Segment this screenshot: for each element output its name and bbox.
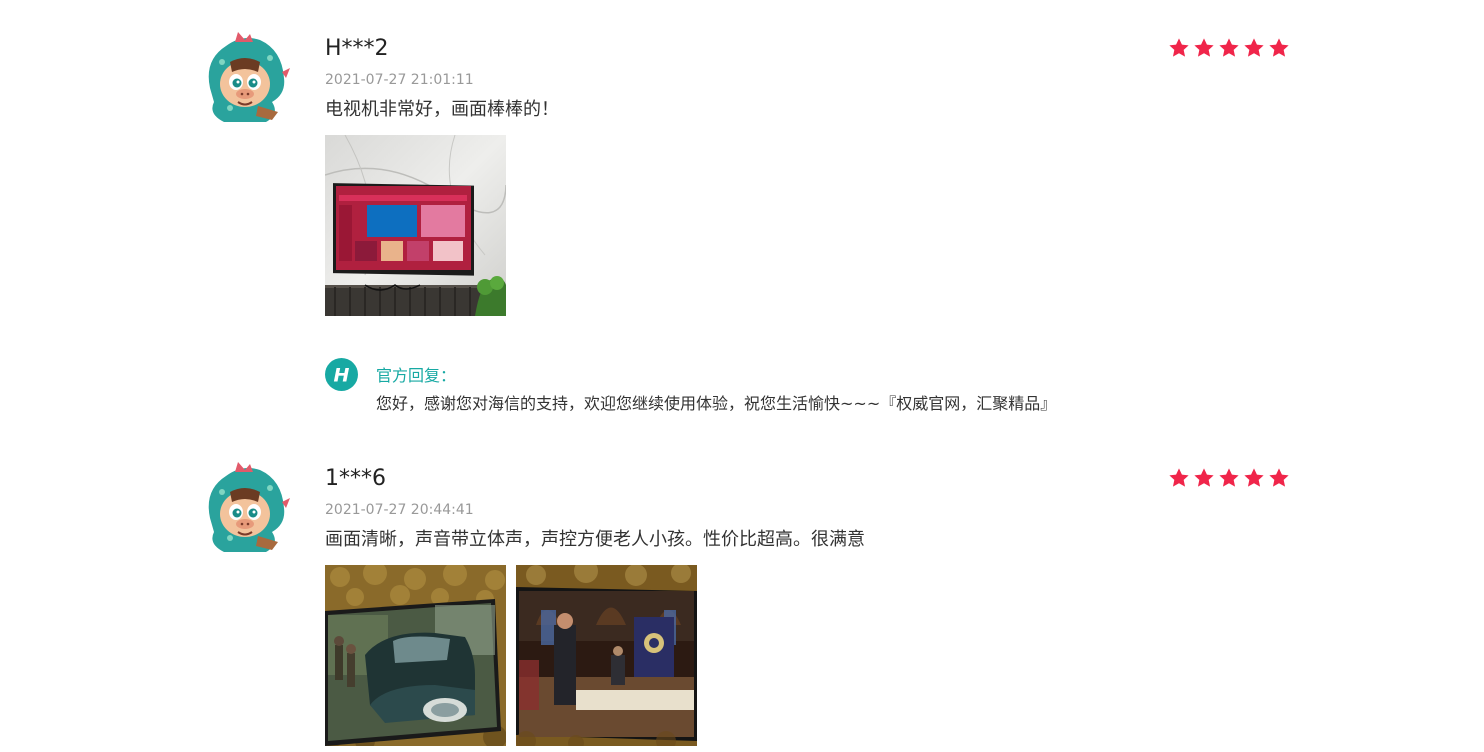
reviewer-name: H***2: [325, 36, 389, 61]
star-icon: [1269, 468, 1289, 487]
reviewer-name: 1***6: [325, 466, 386, 491]
review-date: 2021-07-27 21:01:11: [325, 72, 474, 88]
review-photo[interactable]: [325, 135, 506, 316]
official-logo-icon: H: [325, 358, 358, 391]
star-icon: [1244, 38, 1264, 57]
svg-text:H: H: [334, 365, 350, 387]
star-icon: [1269, 38, 1289, 57]
star-icon: [1219, 468, 1239, 487]
star-rating: [1168, 37, 1292, 61]
user-avatar: [200, 32, 290, 124]
star-icon: [1194, 38, 1214, 57]
official-reply-label: 官方回复：: [376, 366, 457, 385]
review-content: 电视机非常好，画面棒棒的！: [325, 99, 559, 120]
star-icon: [1219, 38, 1239, 57]
star-icon: [1194, 468, 1214, 487]
mascot-avatar-icon: [208, 462, 290, 552]
star-icon: [1244, 468, 1264, 487]
mascot-avatar-icon: [208, 32, 290, 122]
review-date: 2021-07-27 20:44:41: [325, 502, 474, 518]
star-icon: [1169, 38, 1189, 57]
star-icon: [1169, 468, 1189, 487]
star-rating: [1168, 467, 1292, 491]
review-photo[interactable]: [325, 565, 506, 746]
user-avatar: [200, 462, 290, 554]
review-content: 画面清晰，声音带立体声，声控方便老人小孩。性价比超高。很满意: [325, 529, 865, 550]
review-photo[interactable]: [516, 565, 697, 746]
official-reply-text: 您好，感谢您对海信的支持，欢迎您继续使用体验，祝您生活愉快~~~『权威官网，汇聚…: [376, 394, 1057, 413]
